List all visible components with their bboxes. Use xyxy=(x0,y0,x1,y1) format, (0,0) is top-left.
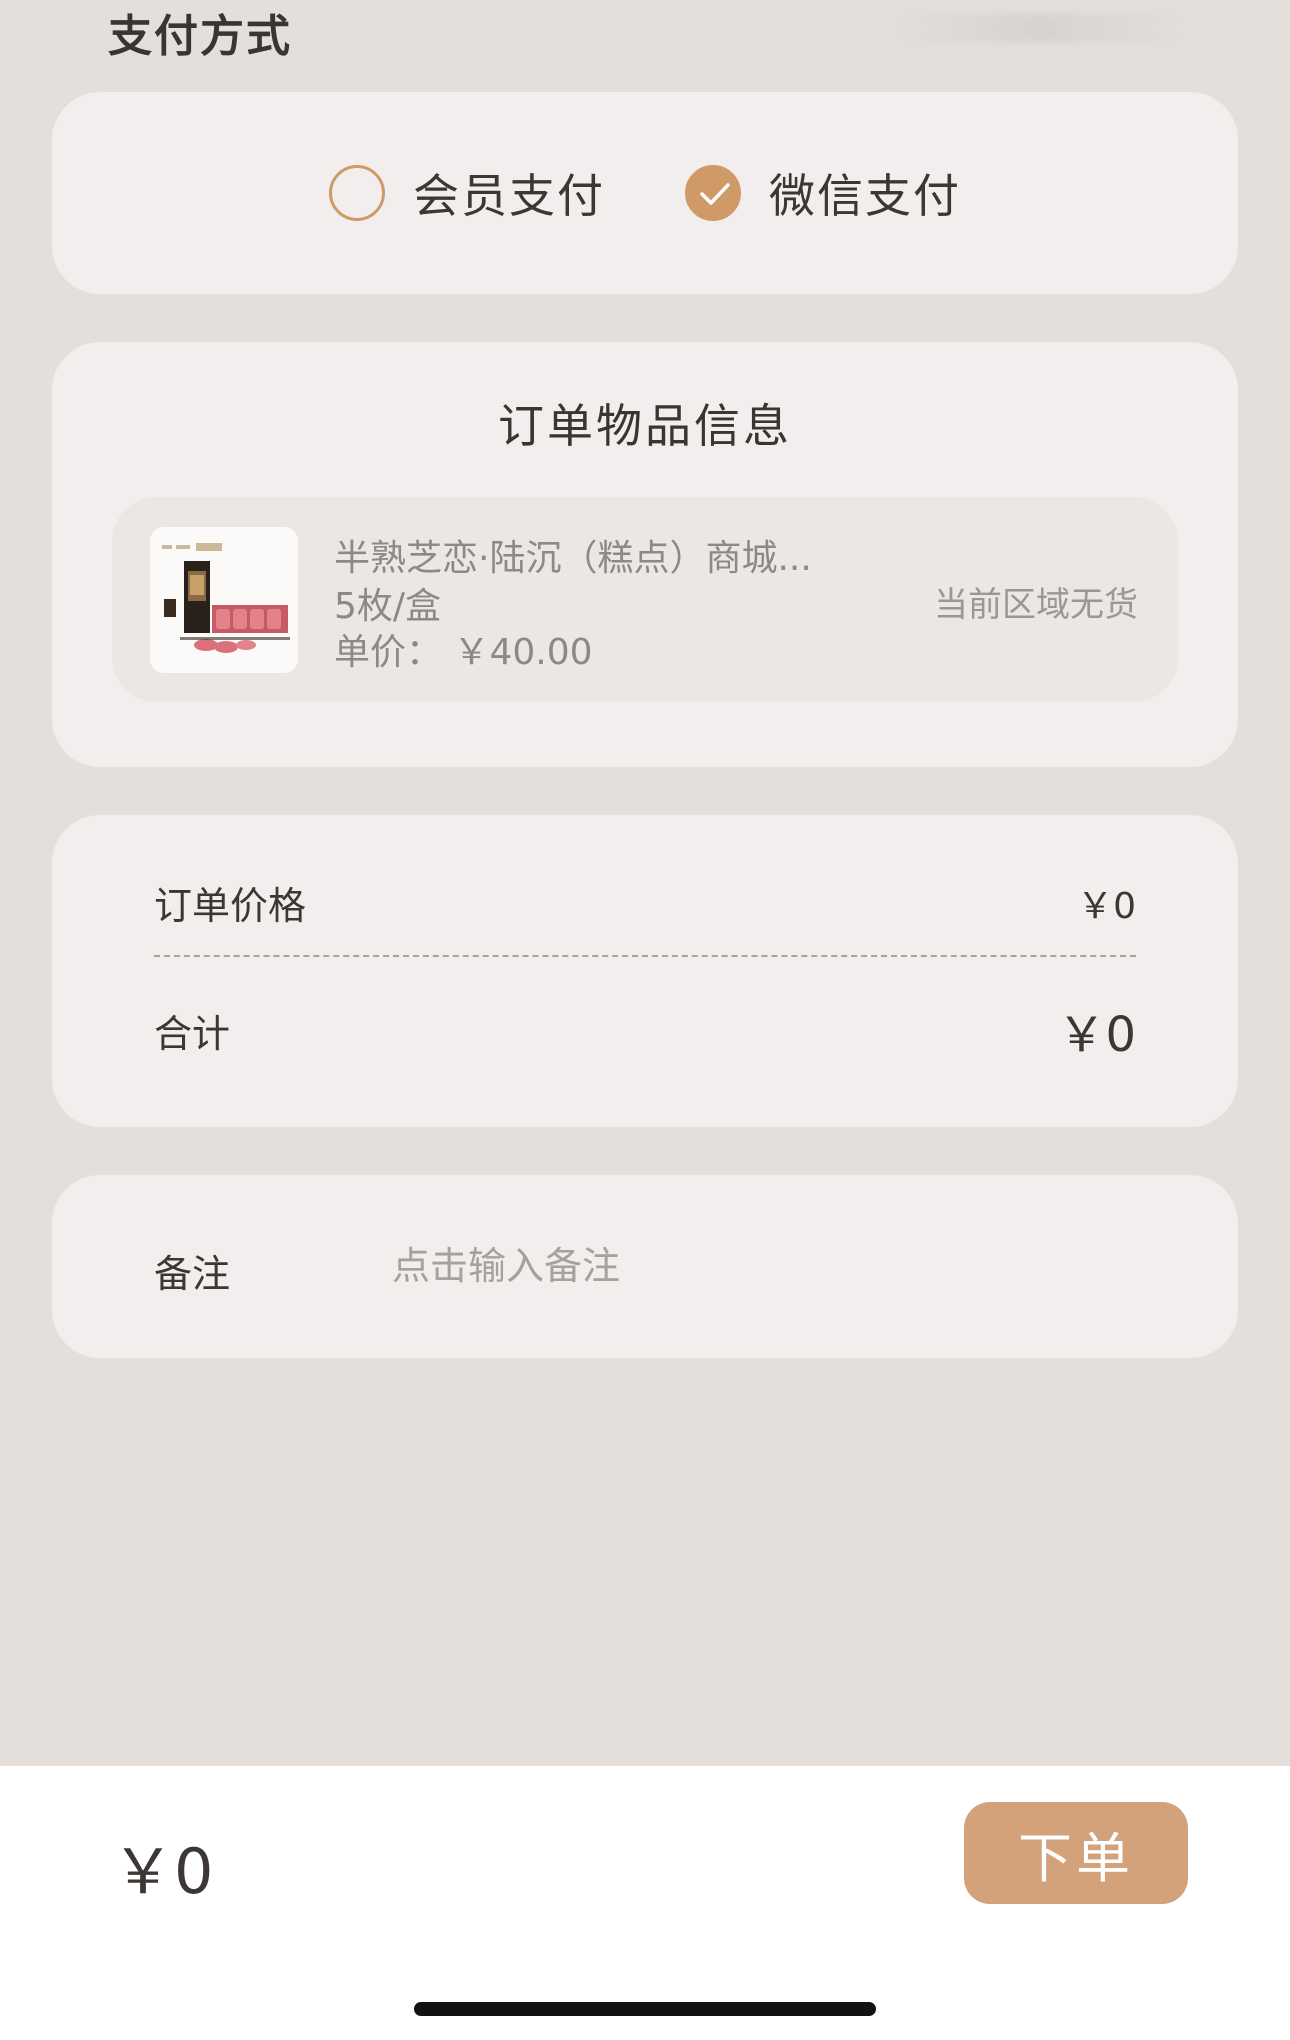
total-row: 合计 ￥0 xyxy=(154,995,1136,1065)
total-label: 合计 xyxy=(154,1011,231,1056)
radio-checked-icon[interactable] xyxy=(685,165,741,221)
total-value: ￥0 xyxy=(1057,1007,1136,1063)
payment-section-title: 支付方式 xyxy=(108,11,292,62)
payment-option-wechat[interactable]: 微信支付 xyxy=(685,160,961,226)
payment-option-member[interactable]: 会员支付 xyxy=(329,160,605,226)
checkmark-icon xyxy=(700,183,730,205)
radio-unchecked-icon[interactable] xyxy=(329,165,385,221)
price-summary-card: 订单价格 ￥0 合计 ￥0 xyxy=(52,815,1238,1127)
product-spec: 5枚/盒 xyxy=(334,586,442,627)
product-unit-price: 单价： ￥40.00 xyxy=(334,632,593,673)
product-thumbnail-image xyxy=(150,527,298,673)
payment-options: 会员支付 微信支付 xyxy=(52,92,1238,294)
order-price-label: 订单价格 xyxy=(154,884,307,928)
payment-option-label: 微信支付 xyxy=(769,169,961,223)
dashed-divider xyxy=(154,955,1136,957)
bottom-total-price: ￥0 xyxy=(112,1835,214,1908)
order-items-card: 订单物品信息 半熟芝恋·陆沉（糕点）商城... 5枚/盒 单价： ￥40.00 … xyxy=(52,342,1238,767)
home-indicator[interactable] xyxy=(414,2002,876,2016)
payment-method-card: 会员支付 微信支付 xyxy=(52,92,1238,294)
blurred-header-text xyxy=(880,14,1200,42)
order-price-row: 订单价格 ￥0 xyxy=(154,875,1136,930)
remark-input[interactable] xyxy=(392,1231,1172,1301)
bottom-action-bar: ￥0 下单 xyxy=(0,1766,1290,2040)
submit-order-button[interactable]: 下单 xyxy=(964,1802,1188,1904)
stock-status: 当前区域无货 xyxy=(934,585,1138,625)
order-items-title: 订单物品信息 xyxy=(498,399,792,453)
product-name: 半熟芝恋·陆沉（糕点）商城... xyxy=(334,538,812,579)
payment-option-label: 会员支付 xyxy=(413,169,605,223)
product-image-icon xyxy=(150,527,298,673)
remark-card: 备注 xyxy=(52,1175,1238,1358)
remark-label: 备注 xyxy=(154,1252,231,1296)
order-item[interactable]: 半熟芝恋·陆沉（糕点）商城... 5枚/盒 单价： ￥40.00 当前区域无货 xyxy=(112,497,1178,702)
order-price-value: ￥0 xyxy=(1077,885,1136,927)
